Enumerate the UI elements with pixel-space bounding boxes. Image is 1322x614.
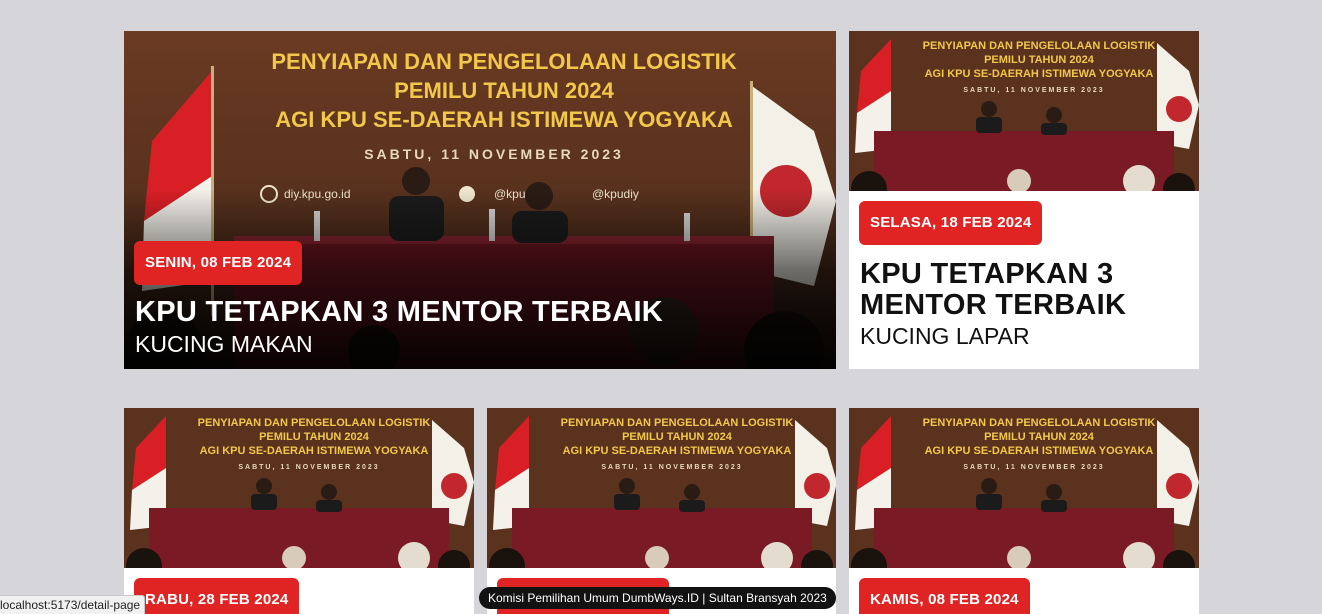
news-card-photo: PENYIAPAN DAN PENGELOLAAN LOGISTIK PEMIL… — [124, 408, 474, 568]
svg-text:PENYIAPAN DAN PENGELOLAAN LOGI: PENYIAPAN DAN PENGELOLAAN LOGISTIK — [923, 40, 1156, 52]
svg-text:AGI KPU SE-DAERAH ISTIMEWA YOG: AGI KPU SE-DAERAH ISTIMEWA YOGYAKA — [563, 445, 792, 457]
svg-text:PEMILU TAHUN 2024: PEMILU TAHUN 2024 — [259, 431, 370, 443]
news-card-photo: PENYIAPAN DAN PENGELOLAAN LOGISTIK PEMIL… — [849, 31, 1199, 191]
featured-news-title[interactable]: KPU TETAPKAN 3 MENTOR TERBAIK — [135, 296, 663, 329]
svg-text:SABTU, 11 NOVEMBER 2023: SABTU, 11 NOVEMBER 2023 — [238, 464, 379, 471]
svg-text:PEMILU TAHUN 2024: PEMILU TAHUN 2024 — [622, 431, 733, 443]
svg-text:PENYIAPAN DAN PENGELOLAAN LOGI: PENYIAPAN DAN PENGELOLAAN LOGISTIK — [923, 417, 1156, 429]
svg-text:PENYIAPAN DAN PENGELOLAAN LOGI: PENYIAPAN DAN PENGELOLAAN LOGISTIK — [561, 417, 794, 429]
featured-news-card[interactable]: PENYIAPAN DAN PENGELOLAAN LOGISTIK PEMIL… — [124, 31, 836, 369]
news-card-side[interactable]: PENYIAPAN DAN PENGELOLAAN LOGISTIK PEMIL… — [849, 31, 1199, 369]
news-card-photo: PENYIAPAN DAN PENGELOLAAN LOGISTIK PEMIL… — [849, 408, 1199, 568]
news-card[interactable]: PENYIAPAN DAN PENGELOLAAN LOGISTIK PEMIL… — [849, 408, 1199, 614]
news-page: PENYIAPAN DAN PENGELOLAAN LOGISTIK PEMIL… — [0, 0, 1322, 614]
svg-text:AGI KPU SE-DAERAH ISTIMEWA YOG: AGI KPU SE-DAERAH ISTIMEWA YOGYAKA — [275, 107, 733, 132]
featured-date-badge: SENIN, 08 FEB 2024 — [134, 241, 303, 285]
svg-text:PEMILU TAHUN 2024: PEMILU TAHUN 2024 — [984, 431, 1095, 443]
svg-text:SABTU, 11 NOVEMBER 2023: SABTU, 11 NOVEMBER 2023 — [364, 146, 624, 162]
news-card-photo: PENYIAPAN DAN PENGELOLAAN LOGISTIK PEMIL… — [487, 408, 836, 568]
svg-text:AGI KPU SE-DAERAH ISTIMEWA YOG: AGI KPU SE-DAERAH ISTIMEWA YOGYAKA — [925, 445, 1154, 457]
svg-text:SABTU, 11 NOVEMBER 2023: SABTU, 11 NOVEMBER 2023 — [601, 464, 742, 471]
featured-news-subtitle: KUCING MAKAN — [135, 331, 313, 357]
side-date-badge: SELASA, 18 FEB 2024 — [859, 201, 1043, 245]
side-news-subtitle: KUCING LAPAR — [860, 323, 1030, 349]
card-date-badge: KAMIS, 08 FEB 2024 — [859, 578, 1030, 614]
status-bar-url: localhost:5173/detail-page — [0, 595, 146, 614]
svg-text:PEMILU TAHUN 2024: PEMILU TAHUN 2024 — [984, 54, 1095, 66]
svg-text:PENYIAPAN DAN PENGELOLAAN LOGI: PENYIAPAN DAN PENGELOLAAN LOGISTIK — [198, 417, 431, 429]
svg-text:PEMILU TAHUN 2024: PEMILU TAHUN 2024 — [394, 78, 614, 103]
svg-text:SABTU, 11 NOVEMBER 2023: SABTU, 11 NOVEMBER 2023 — [963, 464, 1104, 471]
svg-text:AGI KPU SE-DAERAH ISTIMEWA YOG: AGI KPU SE-DAERAH ISTIMEWA YOGYAKA — [200, 445, 429, 457]
footer-credit: Komisi Pemilihan Umum DumbWays.ID | Sult… — [479, 587, 836, 609]
news-card[interactable]: PENYIAPAN DAN PENGELOLAAN LOGISTIK PEMIL… — [487, 408, 836, 614]
svg-text:SABTU, 11 NOVEMBER 2023: SABTU, 11 NOVEMBER 2023 — [963, 87, 1104, 94]
svg-text:AGI KPU SE-DAERAH ISTIMEWA YOG: AGI KPU SE-DAERAH ISTIMEWA YOGYAKA — [925, 68, 1154, 80]
news-card[interactable]: PENYIAPAN DAN PENGELOLAAN LOGISTIK PEMIL… — [124, 408, 474, 614]
svg-text:PENYIAPAN DAN PENGELOLAAN LOGI: PENYIAPAN DAN PENGELOLAAN LOGISTIK — [271, 49, 736, 74]
side-news-title[interactable]: KPU TETAPKAN 3 MENTOR TERBAIK — [860, 259, 1190, 321]
card-date-badge: RABU, 28 FEB 2024 — [134, 578, 300, 614]
